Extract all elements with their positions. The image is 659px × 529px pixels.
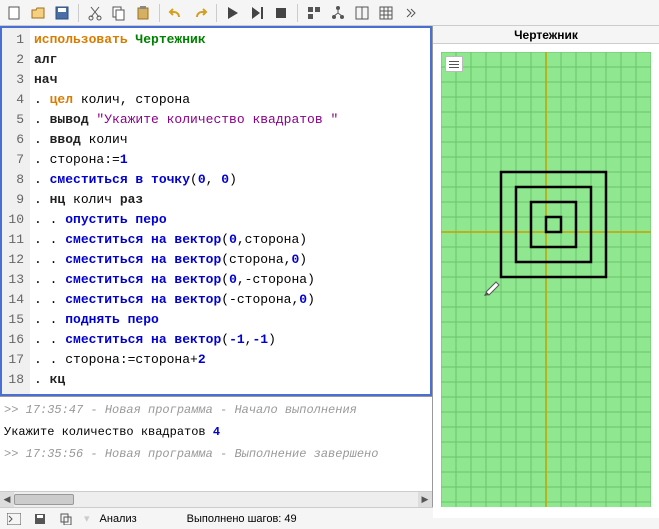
canvas-menu-icon[interactable] <box>445 56 463 72</box>
right-panel: Чертежник <box>433 26 659 507</box>
copy-icon[interactable] <box>109 3 129 23</box>
code-editor[interactable]: 1234567891011121314151617181920212223 ис… <box>0 26 432 396</box>
copy-status-icon[interactable] <box>58 511 74 527</box>
console-log: >> 17:35:47 - Новая программа - Начало в… <box>4 401 428 419</box>
open-icon[interactable] <box>28 3 48 23</box>
run-icon[interactable] <box>223 3 243 23</box>
status-analysis: Анализ <box>100 513 137 525</box>
new-icon[interactable] <box>4 3 24 23</box>
grid-icon[interactable] <box>376 3 396 23</box>
stop-icon[interactable] <box>271 3 291 23</box>
horizontal-scrollbar[interactable]: ◀ ▶ <box>0 491 432 507</box>
scroll-thumb[interactable] <box>14 494 74 505</box>
drawing-canvas[interactable] <box>441 52 651 510</box>
status-steps: Выполнено шагов: 49 <box>187 513 297 525</box>
layout-icon[interactable] <box>352 3 372 23</box>
toolbar <box>0 0 659 26</box>
code-area[interactable]: использовать Чертежникалгнач. цел колич,… <box>30 28 430 396</box>
console-log: >> 17:35:56 - Новая программа - Выполнен… <box>4 445 428 463</box>
line-gutter: 1234567891011121314151617181920212223 <box>2 28 30 396</box>
console-prompt: Укажите количество квадратов 4 <box>4 423 428 441</box>
paste-icon[interactable] <box>133 3 153 23</box>
console[interactable]: >> 17:35:47 - Новая программа - Начало в… <box>0 396 432 491</box>
redo-icon[interactable] <box>190 3 210 23</box>
left-panel: 1234567891011121314151617181920212223 ис… <box>0 26 433 507</box>
canvas-title: Чертежник <box>433 26 659 44</box>
blocks-icon[interactable] <box>304 3 324 23</box>
step-icon[interactable] <box>247 3 267 23</box>
cut-icon[interactable] <box>85 3 105 23</box>
scroll-left-arrow[interactable]: ◀ <box>0 492 14 507</box>
save-icon[interactable] <box>52 3 72 23</box>
save-status-icon[interactable] <box>32 511 48 527</box>
scroll-right-arrow[interactable]: ▶ <box>418 492 432 507</box>
chevron-right-icon[interactable] <box>400 3 420 23</box>
tree-icon[interactable] <box>328 3 348 23</box>
terminal-icon[interactable] <box>6 511 22 527</box>
undo-icon[interactable] <box>166 3 186 23</box>
